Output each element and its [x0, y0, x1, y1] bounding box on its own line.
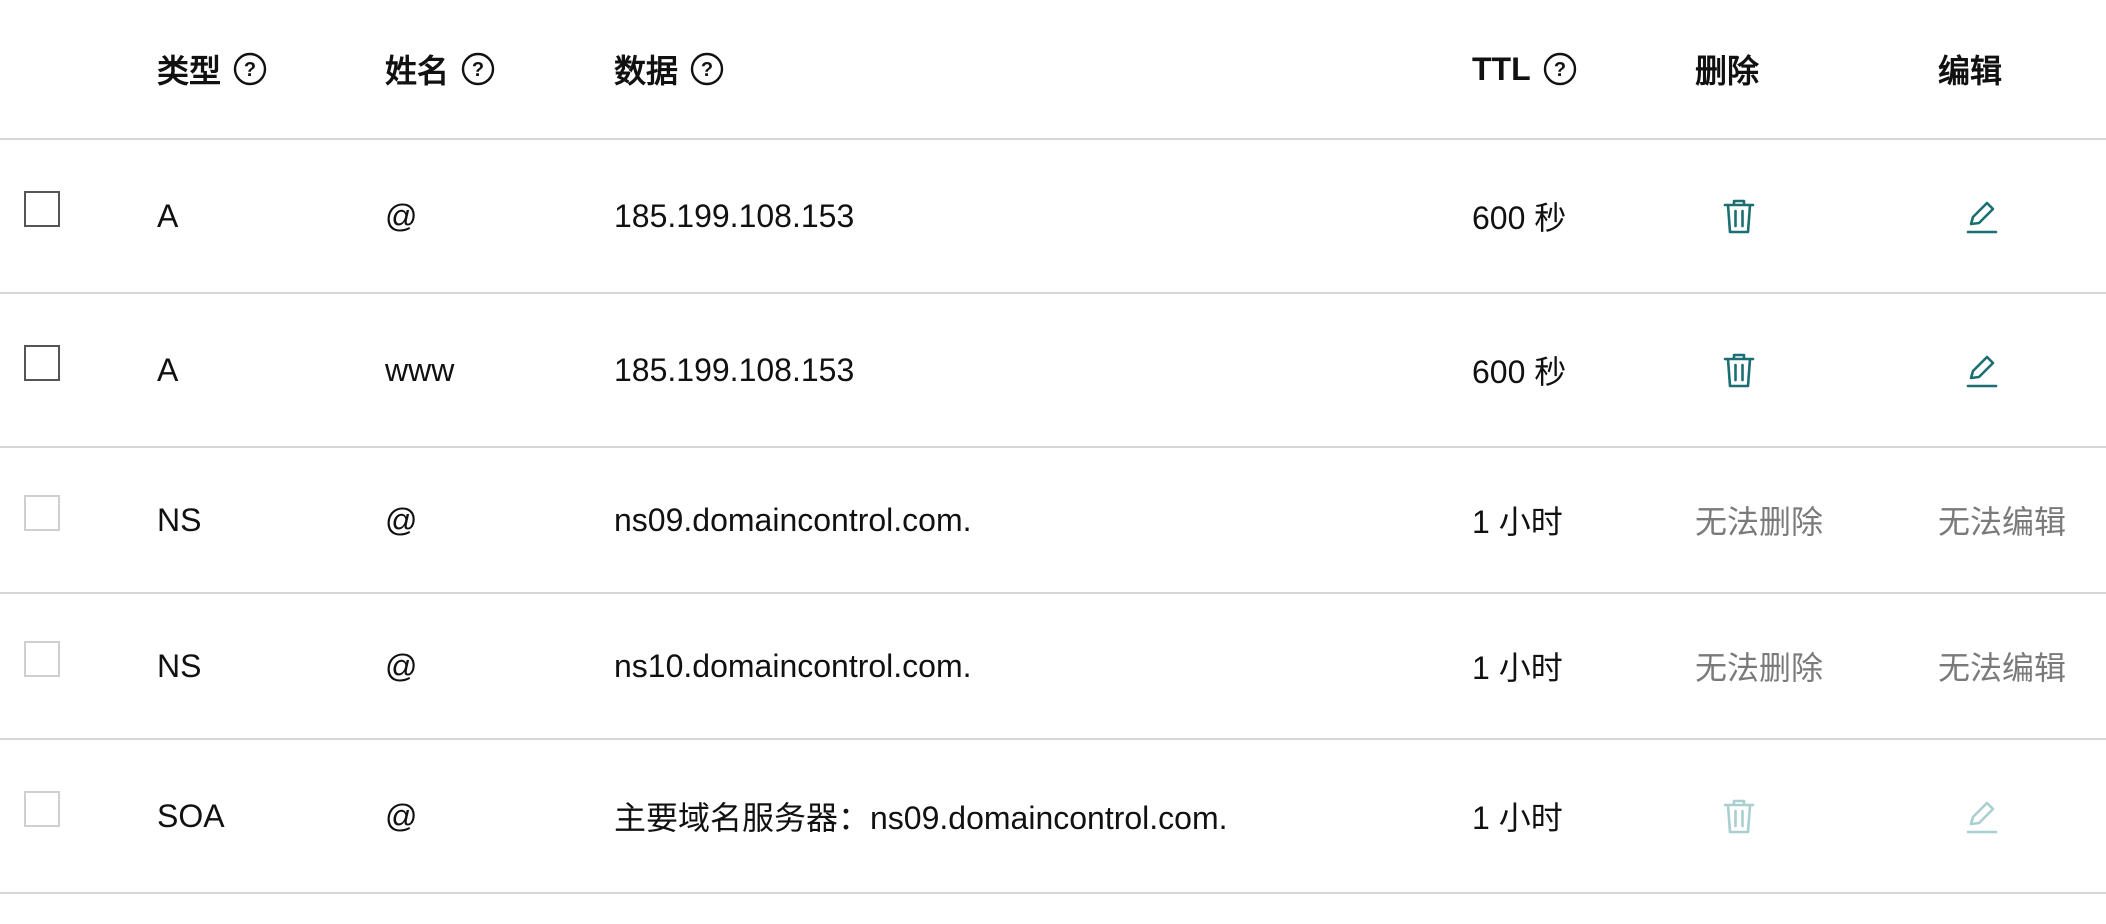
table-header: 类型 ? 姓名 ? 数据 ? TTL ? 删除 编辑 [0, 0, 2106, 140]
header-ttl-label: TTL [1472, 50, 1531, 87]
record-type: NS [157, 501, 202, 538]
record-type: A [157, 351, 179, 388]
header-type-label: 类型 [157, 53, 222, 89]
record-name: @ [385, 501, 418, 538]
help-icon[interactable]: ? [690, 52, 724, 86]
header-edit-label: 编辑 [1938, 53, 2003, 89]
table-row: NS @ ns09.domaincontrol.com. 1 小时 无法删除 无… [0, 448, 2106, 594]
record-data: 185.199.108.153 [614, 197, 855, 234]
row-checkbox [24, 495, 60, 531]
row-checkbox [24, 641, 60, 677]
record-name: @ [385, 647, 418, 684]
record-type: A [157, 197, 179, 234]
table-row: A @ 185.199.108.153 600 秒 [0, 140, 2106, 294]
record-data: ns09.domaincontrol.com. [614, 501, 972, 538]
table-row: SOA @ 主要域名服务器：ns09.domaincontrol.com. 1 … [0, 740, 2106, 894]
trash-icon [1723, 799, 1755, 834]
header-name-label: 姓名 [385, 53, 450, 89]
record-ttl: 600 秒 [1472, 354, 1567, 390]
svg-text:?: ? [244, 59, 256, 81]
svg-text:?: ? [701, 59, 713, 81]
record-type: SOA [157, 797, 225, 834]
help-icon[interactable]: ? [1543, 52, 1577, 86]
header-name: 姓名 ? [385, 0, 495, 138]
svg-text:?: ? [472, 59, 484, 81]
help-icon[interactable]: ? [233, 52, 267, 86]
record-data: 185.199.108.153 [614, 351, 855, 388]
header-edit: 编辑 [1938, 0, 2002, 138]
edit-button[interactable] [1962, 350, 2002, 390]
record-ttl: 1 小时 [1472, 650, 1563, 686]
record-ttl: 1 小时 [1472, 800, 1563, 836]
record-ttl: 600 秒 [1472, 200, 1567, 236]
cannot-edit-text: 无法编辑 [1938, 504, 2067, 540]
delete-button [1719, 796, 1759, 836]
table-row: A www 185.199.108.153 600 秒 [0, 294, 2106, 448]
trash-icon [1723, 199, 1755, 234]
table-row: NS @ ns10.domaincontrol.com. 1 小时 无法删除 无… [0, 594, 2106, 740]
header-delete: 删除 [1695, 0, 1759, 138]
record-data: 主要域名服务器：ns09.domaincontrol.com. [614, 800, 1228, 836]
header-type: 类型 ? [157, 0, 267, 138]
pencil-icon [1966, 801, 1998, 834]
cannot-delete-text: 无法删除 [1695, 650, 1824, 686]
cannot-edit-text: 无法编辑 [1938, 650, 2067, 686]
row-checkbox[interactable] [24, 191, 60, 227]
record-name: www [385, 351, 455, 388]
trash-icon [1723, 353, 1755, 388]
record-data: ns10.domaincontrol.com. [614, 647, 972, 684]
pencil-icon [1966, 355, 1998, 388]
pencil-icon [1966, 201, 1998, 234]
record-name: @ [385, 197, 418, 234]
row-checkbox[interactable] [24, 345, 60, 381]
record-ttl: 1 小时 [1472, 504, 1563, 540]
delete-button[interactable] [1719, 196, 1759, 236]
record-type: NS [157, 647, 202, 684]
row-checkbox [24, 791, 60, 827]
delete-button[interactable] [1719, 350, 1759, 390]
edit-button [1962, 796, 2002, 836]
header-data-label: 数据 [614, 53, 679, 89]
svg-text:?: ? [1554, 59, 1566, 81]
header-data: 数据 ? [614, 0, 724, 138]
edit-button[interactable] [1962, 196, 2002, 236]
cannot-delete-text: 无法删除 [1695, 504, 1824, 540]
help-icon[interactable]: ? [461, 52, 495, 86]
header-delete-label: 删除 [1695, 53, 1760, 89]
record-name: @ [385, 797, 418, 834]
header-ttl: TTL ? [1472, 0, 1577, 138]
